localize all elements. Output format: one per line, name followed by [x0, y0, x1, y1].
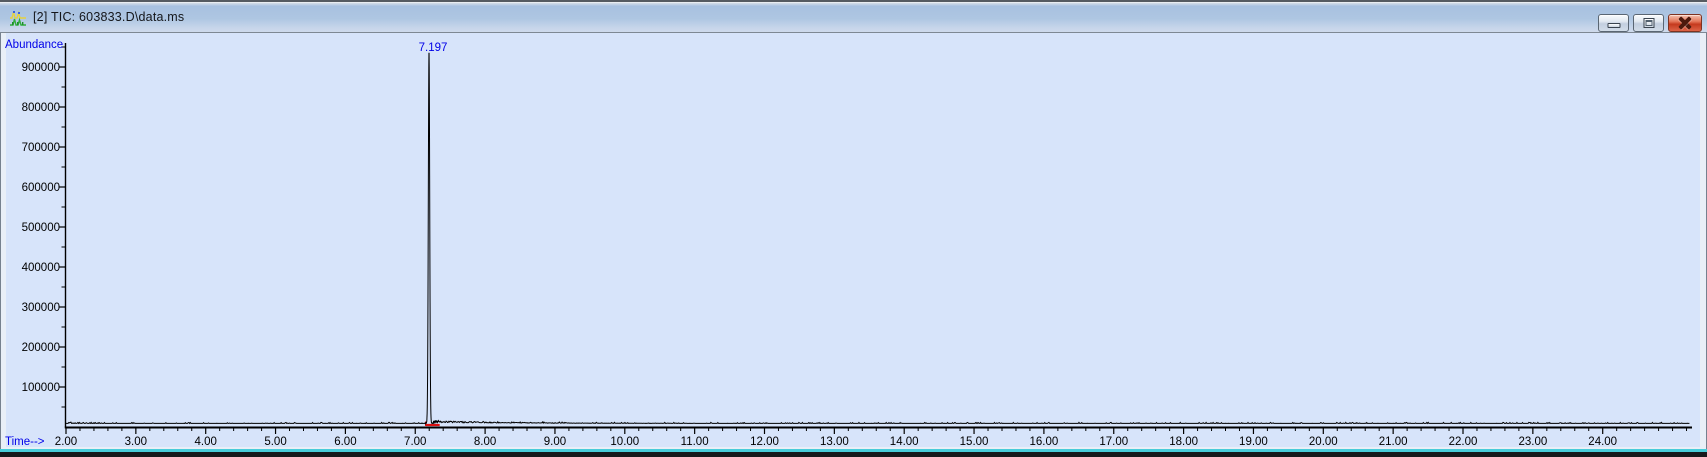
maximize-button[interactable]	[1633, 14, 1664, 32]
title-bar[interactable]: [2] TIC: 603833.D\data.ms	[0, 0, 1707, 33]
bottom-edge-highlight	[0, 449, 1707, 452]
close-button[interactable]	[1668, 14, 1702, 32]
maximize-icon	[1643, 18, 1654, 28]
chromatogram-icon[interactable]	[10, 11, 27, 27]
window-title: [2] TIC: 603833.D\data.ms	[33, 10, 184, 24]
window-controls	[1598, 14, 1702, 32]
chromatogram-window: [2] TIC: 603833.D\data.ms 2.003.004.005.…	[0, 0, 1707, 457]
minimize-button[interactable]	[1598, 14, 1629, 32]
minimize-icon	[1607, 23, 1620, 28]
plot-area[interactable]	[6, 33, 1700, 447]
